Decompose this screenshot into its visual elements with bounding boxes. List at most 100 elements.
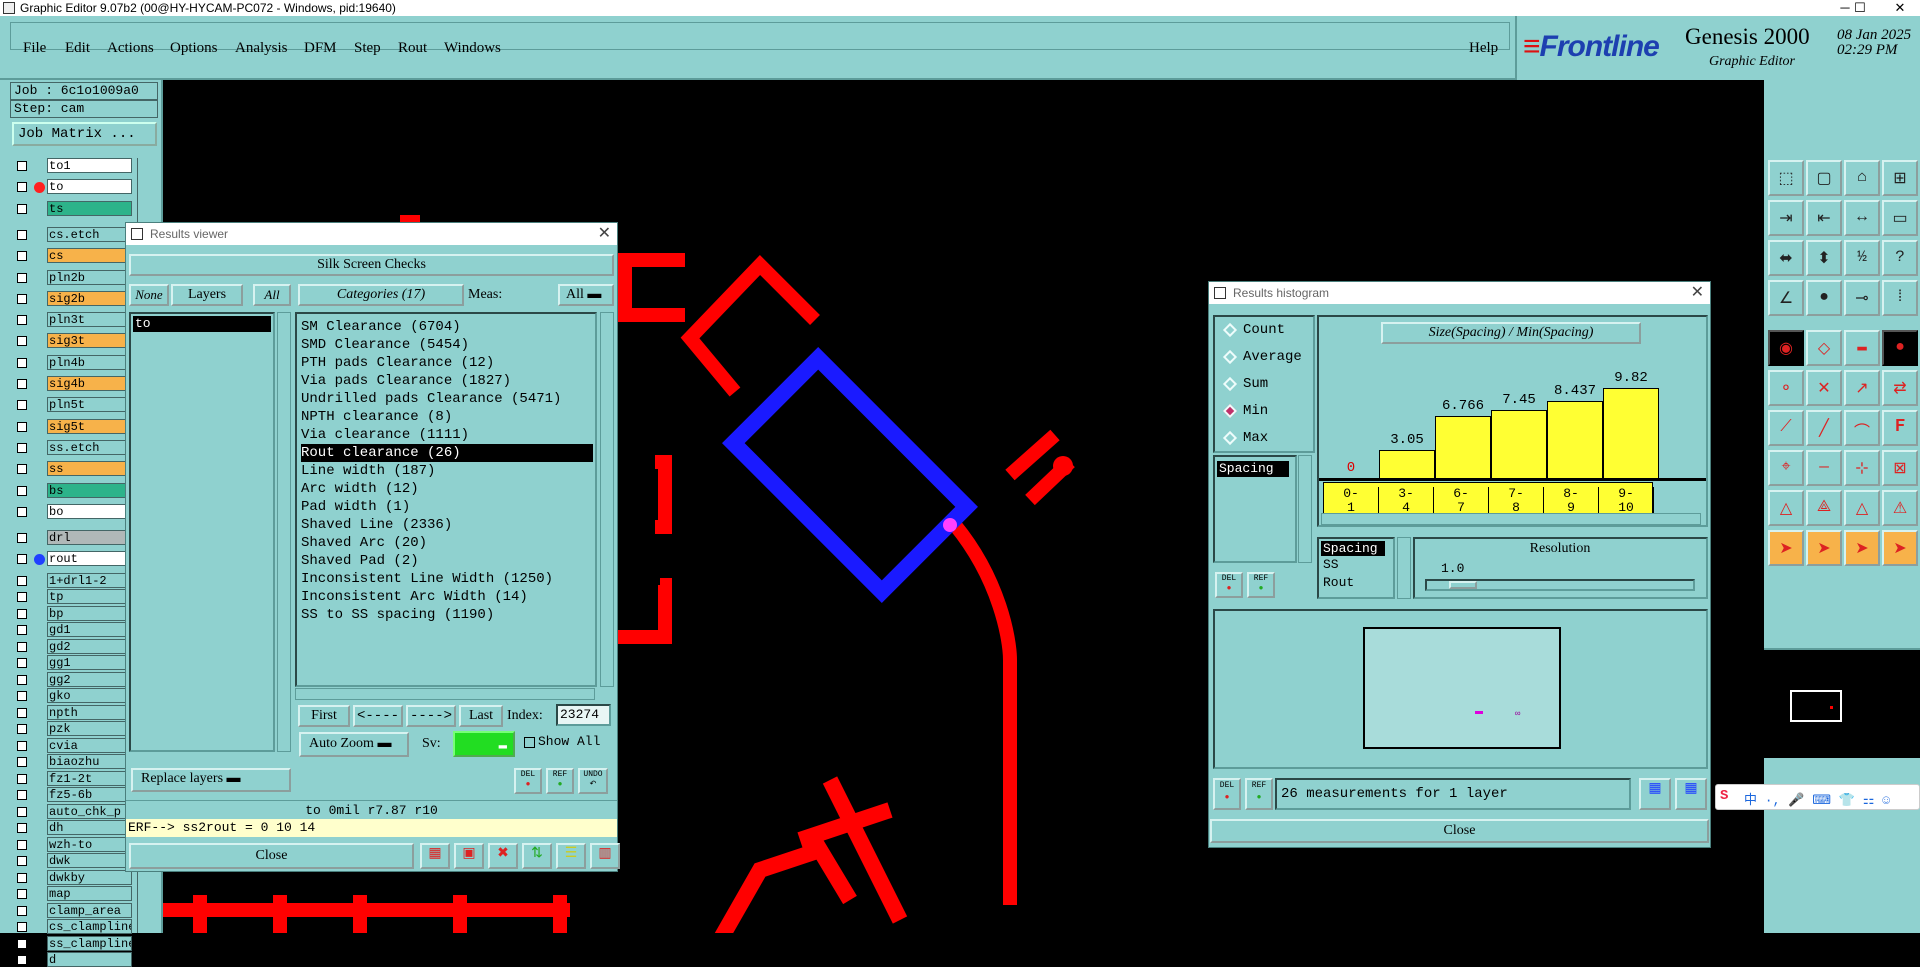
layer-name[interactable]: tp — [47, 589, 132, 605]
new-layer-icon[interactable]: ⬚ — [1768, 160, 1804, 196]
del-button[interactable]: DEL ● — [514, 768, 542, 794]
mode-radio-count[interactable]: Count — [1221, 317, 1285, 343]
layer-icon[interactable]: ⊠ — [1882, 450, 1918, 486]
layer-checkbox[interactable] — [17, 608, 27, 619]
menu-rout[interactable]: Rout — [398, 40, 427, 57]
triangle-icon[interactable]: ⟁ — [1806, 490, 1842, 526]
layer-checkbox[interactable] — [17, 658, 27, 669]
menu-windows[interactable]: Windows — [444, 40, 501, 57]
pin-icon[interactable]: ● — [1806, 280, 1842, 316]
layer-row[interactable]: dwk — [12, 853, 132, 869]
layer-checkbox[interactable] — [17, 182, 27, 193]
layer-row[interactable]: ts — [12, 200, 132, 216]
shape-icon[interactable]: ◇ — [1806, 330, 1842, 366]
layer-name[interactable]: npth — [47, 704, 132, 720]
layer-name[interactable]: gg1 — [47, 655, 132, 671]
layer-checkbox[interactable] — [17, 757, 27, 768]
mode-radio-max[interactable]: Max — [1221, 425, 1268, 451]
layer-checkbox[interactable] — [17, 707, 27, 718]
layer-row[interactable]: cs_clampline — [12, 919, 132, 935]
category-item[interactable]: Via clearance (1111) — [301, 426, 469, 444]
layer-checkbox[interactable] — [17, 442, 27, 453]
layer-name[interactable]: biaozhu — [47, 754, 132, 770]
category-item[interactable]: Shaved Pad (2) — [301, 552, 419, 570]
route-icon[interactable]: ⊸ — [1844, 280, 1880, 316]
layer-row[interactable]: gko — [12, 688, 132, 704]
category-item[interactable]: Shaved Line (2336) — [301, 516, 452, 534]
histogram-close-button[interactable]: Close — [1210, 819, 1709, 843]
minimap[interactable] — [1764, 648, 1920, 758]
dash-icon[interactable]: — — [1806, 450, 1842, 486]
layer-row[interactable]: pln2b — [12, 269, 132, 285]
category-item[interactable]: Pad width (1) — [301, 498, 410, 516]
layer-name[interactable]: sig3t — [47, 333, 132, 349]
dot-icon[interactable]: ● — [1882, 330, 1918, 366]
layer-name[interactable]: cs — [47, 248, 132, 264]
resolution-list[interactable]: Spacing SS Rout — [1317, 537, 1395, 599]
layer-row[interactable]: cvia — [12, 737, 132, 753]
pad-icon[interactable]: ◉ — [1768, 330, 1804, 366]
report-icon[interactable]: ▣ — [454, 843, 484, 869]
layer-row[interactable]: dwkby — [12, 869, 132, 885]
layer-row[interactable]: ss — [12, 461, 132, 477]
link-icon[interactable]: ↗ — [1844, 370, 1880, 406]
fit-icon[interactable]: ▭ — [1882, 200, 1918, 236]
layer-row[interactable]: bp — [12, 605, 132, 621]
arc-icon[interactable]: ╱ — [1806, 410, 1842, 446]
auto-zoom-dropdown[interactable]: Auto Zoom ▬ — [299, 732, 409, 757]
preview-tool-1-icon[interactable]: ▦ — [1639, 778, 1671, 810]
results-viewer-close-icon[interactable]: ✕ — [598, 223, 611, 245]
select-icon[interactable]: ⌖ — [1768, 450, 1804, 486]
menu-options[interactable]: Options — [170, 40, 218, 57]
layer-row[interactable]: sig3t — [12, 333, 132, 349]
move-icon[interactable]: ⇥ — [1768, 200, 1804, 236]
net-icon[interactable]: ⇄ — [1882, 370, 1918, 406]
sort-icon[interactable]: ⇅ — [522, 843, 552, 869]
layer-row[interactable]: ss.etch — [12, 439, 132, 455]
save-icon[interactable]: ▢ — [1806, 160, 1842, 196]
layer-row[interactable]: fz1-2t — [12, 770, 132, 786]
layer-row[interactable]: sig5t — [12, 418, 132, 434]
snap-grid-icon[interactable]: ⊹ — [1844, 450, 1880, 486]
layer-name[interactable]: to1 — [47, 158, 132, 173]
layer-name[interactable]: gd1 — [47, 622, 132, 638]
layer-name[interactable]: bp — [47, 605, 132, 621]
layer-name[interactable]: wzh-to — [47, 836, 132, 852]
category-item[interactable]: Via pads Clearance (1827) — [301, 372, 511, 390]
layer-row[interactable]: clamp_area — [12, 902, 132, 918]
none-button[interactable]: None — [129, 284, 169, 306]
layer-name[interactable]: gd2 — [47, 638, 132, 654]
results-viewer-titlebar[interactable]: Results viewer ✕ — [126, 223, 617, 245]
zoom-out-icon[interactable]: ⬍ — [1806, 240, 1842, 276]
warning-icon[interactable]: △ — [1768, 490, 1804, 526]
sv-color-dropdown[interactable]: ▬ — [453, 731, 515, 757]
category-item[interactable]: Undrilled pads Clearance (5471) — [301, 390, 561, 408]
layer-checkbox[interactable] — [17, 272, 27, 283]
layer-checkbox[interactable] — [17, 575, 27, 586]
layer-row[interactable]: auto_chk_p — [12, 803, 132, 819]
resolution-list-spacing[interactable]: Spacing — [1321, 541, 1385, 556]
menu-actions[interactable]: Actions — [107, 40, 154, 57]
layer-name[interactable]: pln2b — [47, 269, 132, 285]
help-icon[interactable]: ? — [1882, 240, 1918, 276]
layer-checkbox[interactable] — [17, 251, 27, 262]
layer-row[interactable]: wzh-to — [12, 836, 132, 852]
layer-name[interactable]: d — [47, 952, 132, 967]
list-icon[interactable]: ☰ — [556, 843, 586, 869]
first-button[interactable]: First — [298, 705, 350, 727]
category-item[interactable]: Rout clearance (26) — [301, 444, 593, 462]
layer-row[interactable]: gg1 — [12, 655, 132, 671]
layers-button[interactable]: Layers — [171, 284, 243, 306]
layer-name[interactable]: 1+drl1-2 — [47, 572, 132, 588]
layer-name[interactable]: sig2b — [47, 290, 132, 306]
layer-name[interactable]: rout — [47, 551, 132, 567]
undo-button[interactable]: UNDO ↶ — [578, 768, 608, 794]
layer-checkbox[interactable] — [17, 464, 27, 475]
menu-help[interactable]: Help — [1469, 40, 1498, 57]
measure-list-item[interactable]: Spacing — [1217, 461, 1289, 477]
layer-row[interactable]: npth — [12, 704, 132, 720]
clear-icon[interactable]: ✖ — [488, 843, 518, 869]
layer-row[interactable]: cs — [12, 248, 132, 264]
measure-list[interactable]: Spacing — [1213, 455, 1297, 563]
layer-row[interactable]: tp — [12, 589, 132, 605]
